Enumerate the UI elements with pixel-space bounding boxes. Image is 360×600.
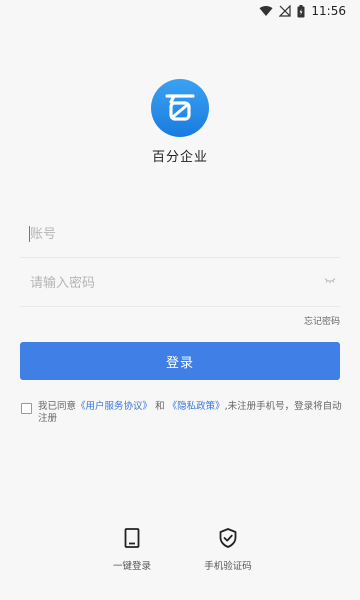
wifi-icon: [259, 5, 273, 16]
shield-check-icon: [219, 528, 237, 548]
agreement-checkbox[interactable]: [21, 403, 32, 414]
one-key-login-button[interactable]: 一键登录: [92, 528, 172, 572]
app-name: 百分企业: [151, 150, 208, 165]
status-bar: 11:56: [0, 0, 360, 22]
one-key-login-label: 一键登录: [112, 561, 151, 572]
login-button[interactable]: 登录: [20, 342, 340, 380]
no-signal-icon: [279, 5, 292, 17]
password-field-container: [20, 260, 340, 307]
password-visibility-icon[interactable]: [324, 277, 336, 284]
user-agreement-link[interactable]: 《用户服务协议》: [76, 401, 152, 412]
sms-code-login-label: 手机验证码: [204, 561, 252, 572]
text-cursor: [29, 226, 30, 242]
baifen-logo-icon: [165, 94, 195, 121]
battery-icon: [297, 4, 305, 17]
phone-icon: [124, 528, 140, 548]
account-field-container: [20, 211, 340, 258]
app-logo: [151, 79, 209, 137]
status-time: 11:56: [311, 4, 346, 18]
sms-code-login-button[interactable]: 手机验证码: [188, 528, 268, 572]
forgot-password-link[interactable]: 忘记密码: [304, 314, 340, 327]
privacy-policy-link[interactable]: 《隐私政策》: [168, 401, 225, 412]
password-input[interactable]: [20, 260, 340, 306]
account-input[interactable]: [20, 211, 340, 257]
agreement-text: 我已同意《用户服务协议》 和 《隐私政策》,未注册手机号，登录将自动注册: [38, 401, 342, 424]
agreement: 我已同意《用户服务协议》 和 《隐私政策》,未注册手机号，登录将自动注册: [20, 401, 342, 425]
